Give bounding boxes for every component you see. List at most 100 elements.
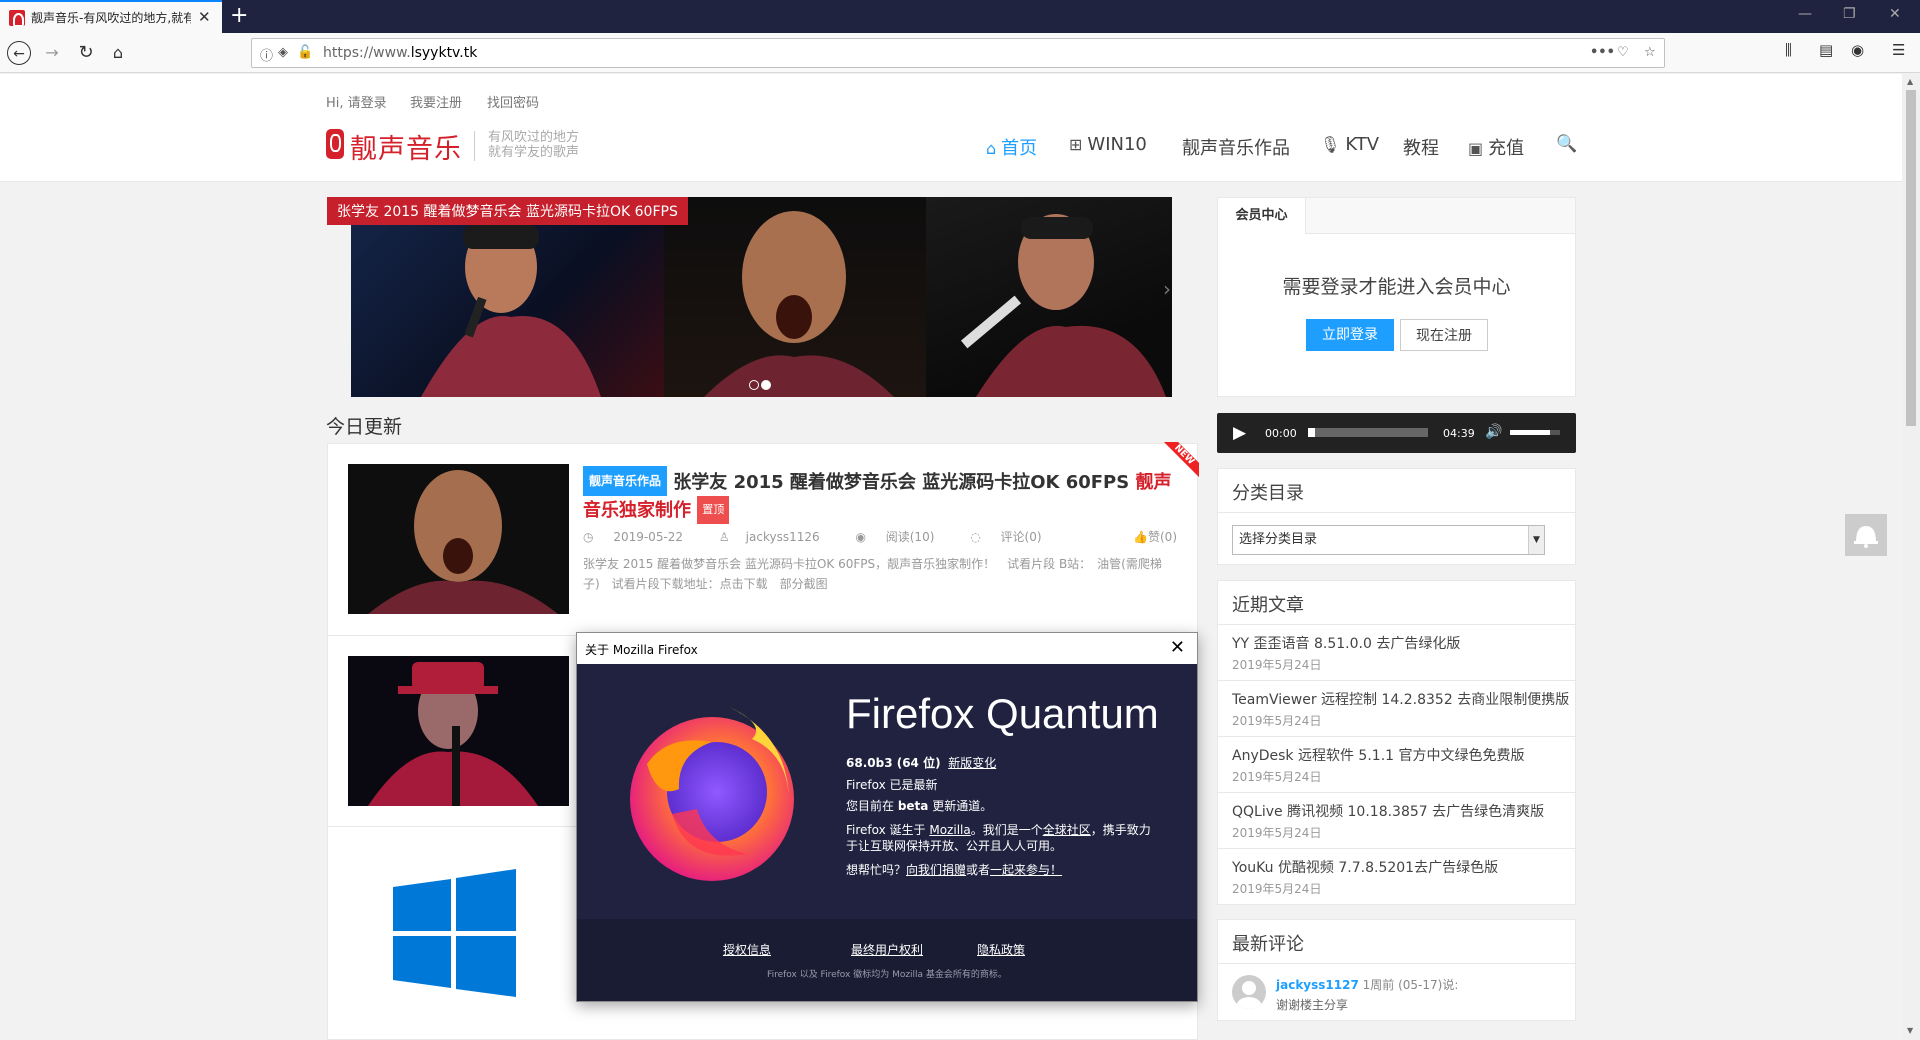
audio-player: ▶ 00:00 04:39 🔊 [1217,413,1576,453]
avatar [1232,975,1266,1009]
tracking-protection-icon[interactable]: ◈ [278,45,288,60]
bookmark-star-icon[interactable]: ☆ [1644,45,1656,60]
comment-text[interactable]: 谢谢楼主分享 [1276,996,1348,1013]
nav-works[interactable]: 靓声音乐作品 [1182,134,1290,160]
url-host: lsyyktv.tk [410,45,478,61]
licensing-link[interactable]: 授权信息 [723,941,771,958]
nav-tutorial[interactable]: 教程 [1403,134,1439,160]
end-user-rights-link[interactable]: 最终用户权利 [851,941,923,958]
slide-image [664,197,926,397]
close-tab-icon[interactable]: ✕ [198,8,211,26]
post-meta: ◷ 2019-05-22 ♙ jackyss1126 ◉ 阅读(10) ◌ 评论(… [583,530,1042,544]
tab-strip: 靓声音乐-有风吹过的地方,就有 ✕ + — ❐ ✕ [0,0,1920,33]
url-prefix: https://www. [323,45,411,61]
tab-title: 靓声音乐-有风吹过的地方,就有 [31,11,191,25]
category-select[interactable]: 选择分类目录 ▼ [1232,525,1545,555]
category-badge[interactable]: 靓声音乐作品 [583,466,668,496]
privacy-policy-link[interactable]: 隐私政策 [977,941,1025,958]
comment-meta: 1周前 (05-17)说: [1362,978,1459,992]
sidebar-icon[interactable]: ▤ [1819,41,1833,59]
dialog-body: Firefox Quantum 68.0b3 (64 位) 新版变化 Firef… [577,664,1197,919]
about-mozilla: Firefox 诞生于 Mozilla。我们是一个全球社区，携手致力 [846,823,1151,837]
whats-new-link[interactable]: 新版变化 [948,756,996,770]
latest-comments-title: 最新评论 [1218,920,1575,964]
site-favicon-icon [9,10,25,27]
recent-post-item[interactable]: AnyDesk 远程软件 5.1.1 官方中文绿色免费版 2019年5月24日 [1218,737,1575,793]
recent-posts-title: 近期文章 [1218,581,1575,625]
play-icon[interactable]: ▶ [1233,423,1246,443]
home-button[interactable]: ⌂ [106,41,130,65]
login-button[interactable]: 立即登录 [1306,319,1394,351]
channel-line: 您目前在 beta 更新通道。 [846,799,993,813]
reload-button[interactable]: ↻ [74,41,98,65]
forgot-password-link[interactable]: 找回密码 [487,92,539,111]
hero-slider[interactable]: ‹ › [351,197,1172,397]
recent-post-item[interactable]: TeamViewer 远程控制 14.2.8352 去商业限制便携版 2019年5… [1218,681,1575,737]
nav-ktv[interactable]: 🎙 KTV [1320,134,1379,155]
library-icon[interactable]: ⫼ [1785,41,1792,59]
nav-win10[interactable]: ⊞ WIN10 [1069,134,1147,155]
page-actions-icon[interactable]: ••• [1590,45,1615,60]
forward-button[interactable]: → [40,41,64,65]
dialog-close-icon[interactable]: ✕ [1170,637,1185,658]
new-tab-button[interactable]: + [230,3,248,29]
audio-progress-bar[interactable] [1308,428,1428,437]
like-button[interactable]: 👍赞(0) [1133,528,1177,545]
nav-recharge[interactable]: ▣ 充值 [1468,134,1524,160]
mozilla-link[interactable]: Mozilla [929,823,970,837]
post-thumbnail[interactable] [348,464,569,614]
new-ribbon: NEW [1159,442,1199,482]
dialog-titlebar: 关于 Mozilla Firefox ✕ [577,633,1197,664]
thumbs-up-icon: 👍 [1133,530,1148,544]
page-scrollbar[interactable]: ▲ ▼ [1902,74,1920,1040]
recent-post-item[interactable]: YouKu 优酷视频 7.7.8.5201去广告绿色版 2019年5月24日 [1218,849,1575,905]
register-button[interactable]: 现在注册 [1400,319,1488,351]
get-involved-link[interactable]: 一起来参与！ [990,863,1062,877]
menu-icon[interactable]: ☰ [1892,41,1905,59]
browser-tab[interactable]: 靓声音乐-有风吹过的地方,就有 ✕ [0,0,222,33]
version-line: 68.0b3 (64 位) 新版变化 [846,756,997,770]
comment-author[interactable]: jackyss1127 [1276,978,1359,992]
search-icon[interactable]: 🔍 [1556,134,1577,154]
firefox-logo-icon [630,706,794,881]
restore-icon[interactable]: ❐ [1843,6,1856,22]
donate-link[interactable]: 向我们捐赠 [906,863,966,877]
close-window-icon[interactable]: ✕ [1889,6,1901,22]
slide-image [926,197,1172,397]
category-title: 分类目录 [1218,469,1575,513]
floating-chat-button[interactable] [1845,514,1887,556]
audio-total-time: 04:39 [1443,427,1475,440]
logo-icon [326,129,344,159]
post-thumbnail[interactable] [348,656,569,806]
post-item[interactable]: 靓声音乐作品 张学友 2015 醒着做梦音乐会 蓝光源码卡拉OK 60FPS 靓… [328,442,1199,636]
navigation-toolbar: ← → ↻ ⌂ ⓘ ◈ 🔓 https://www.lsyyktv.tk •••… [0,33,1920,73]
post-thumbnail[interactable] [348,847,569,997]
info-icon[interactable]: ⓘ [260,45,273,64]
nav-home[interactable]: ⌂ 首页 [986,134,1037,160]
back-button[interactable]: ← [7,41,31,65]
slider-dots[interactable] [749,375,773,394]
register-link[interactable]: 我要注册 [410,92,462,111]
post-title[interactable]: 靓声音乐作品 张学友 2015 醒着做梦音乐会 蓝光源码卡拉OK 60FPS 靓… [583,466,1183,524]
tab-member-center[interactable]: 会员中心 [1218,198,1306,234]
comment-icon: ◌ [970,530,981,544]
account-icon[interactable]: ◉ [1851,41,1864,59]
community-link[interactable]: 全球社区 [1043,823,1091,837]
slider-caption[interactable]: 张学友 2015 醒着做梦音乐会 蓝光源码卡拉OK 60FPS [327,197,688,225]
recent-post-item[interactable]: YY 歪歪语音 8.51.0.0 去广告绿化版 2019年5月24日 [1218,625,1575,681]
url-bar[interactable]: ⓘ ◈ 🔓 https://www.lsyyktv.tk ••• ♡ ☆ [251,38,1665,68]
home-icon: ⌂ [986,139,997,158]
chevron-down-icon: ▼ [1528,526,1544,554]
dialog-footer: 授权信息 最终用户权利 隐私政策 Firefox 以及 Firefox 徽标均为… [577,919,1197,1001]
volume-icon[interactable]: 🔊 [1485,424,1502,440]
lock-warning-icon[interactable]: 🔓 [297,45,313,60]
login-link[interactable]: Hi, 请登录 [326,92,387,111]
site-header: Hi, 请登录 我要注册 找回密码 靓声音乐 有风吹过的地方 就有学友的歌声 ⌂ 首… [0,74,1902,182]
pocket-icon[interactable]: ♡ [1617,45,1629,60]
volume-slider[interactable] [1510,430,1560,435]
minimize-icon[interactable]: — [1798,6,1812,22]
recent-post-item[interactable]: QQLive 腾讯视频 10.18.3857 去广告绿色清爽版 2019年5月24… [1218,793,1575,849]
member-login-message: 需要登录才能进入会员中心 [1282,276,1511,298]
post-excerpt: 张学友 2015 醒着做梦音乐会 蓝光源码卡拉OK 60FPS，靓声音乐独家制作… [583,557,1162,591]
latest-comments-box: 最新评论 jackyss1127 1周前 (05-17)说: 谢谢楼主分享 [1217,919,1576,1021]
